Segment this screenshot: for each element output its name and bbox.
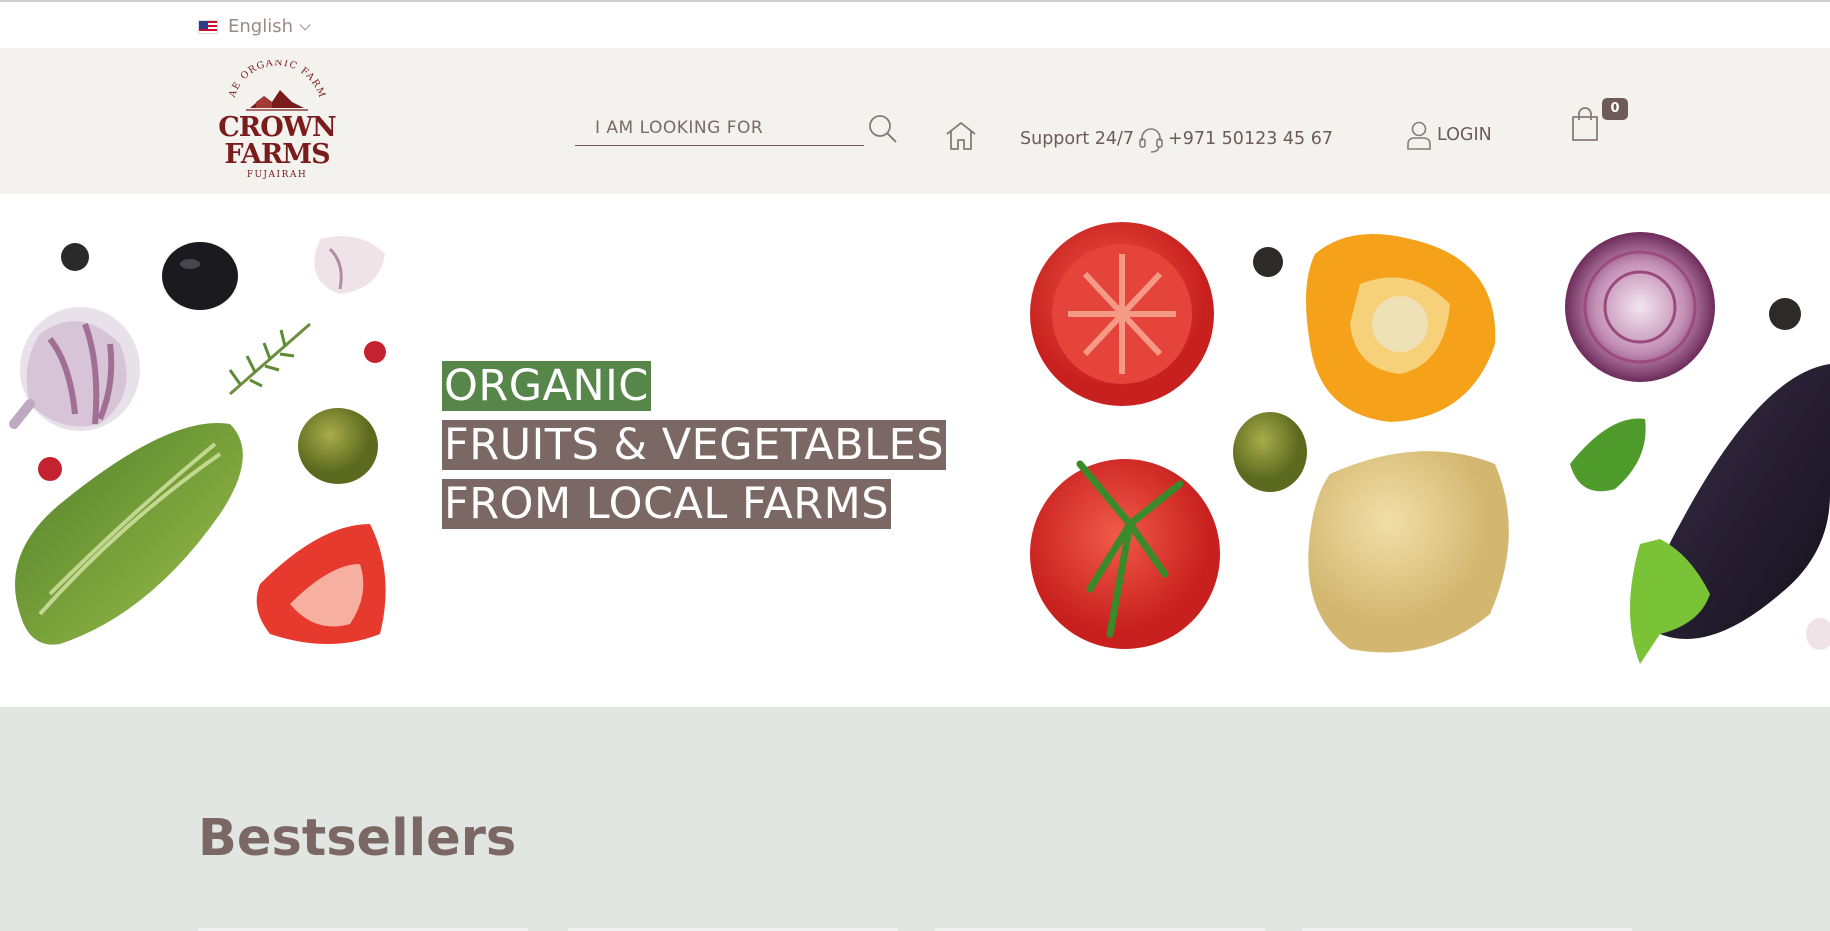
language-selector[interactable]: English xyxy=(198,16,311,37)
home-icon[interactable] xyxy=(943,118,979,154)
svg-text:UAE ORGANIC FARMS: UAE ORGANIC FARMS xyxy=(212,60,328,100)
language-bar: English xyxy=(0,2,1830,48)
language-label: English xyxy=(228,16,293,37)
site-header: UAE ORGANIC FARMS CROWN FARMS FUJAIRAH S… xyxy=(0,48,1830,194)
hero-line-2: FRUITS & VEGETABLES xyxy=(442,420,947,470)
cart-button[interactable]: 0 xyxy=(1570,98,1630,148)
logo-arc-text: UAE ORGANIC FARMS xyxy=(212,60,326,100)
user-icon xyxy=(1407,121,1431,150)
logo-line2: FARMS xyxy=(224,139,329,170)
crown-farms-logo[interactable]: UAE ORGANIC FARMS CROWN FARMS FUJAIRAH xyxy=(212,60,342,180)
chevron-down-icon xyxy=(299,18,311,31)
headset-icon xyxy=(1139,128,1163,153)
hero-line-3: FROM LOCAL FARMS xyxy=(442,479,892,529)
login-link[interactable]: LOGIN xyxy=(1405,120,1492,150)
hero-line-1: ORGANIC xyxy=(442,361,651,411)
logo-sub: FUJAIRAH xyxy=(247,170,307,180)
shopping-bag-icon xyxy=(1572,107,1598,141)
section-title: Bestsellers xyxy=(198,809,517,868)
cart-count-badge: 0 xyxy=(1602,98,1628,120)
bestsellers-section: Bestsellers xyxy=(0,707,1830,931)
support-info: Support 24/7 +971 50123 45 67 xyxy=(1020,124,1333,154)
search-icon[interactable] xyxy=(866,112,900,146)
hero-headline: ORGANIC FRUITS & VEGETABLES FROM LOCAL F… xyxy=(442,361,947,538)
us-flag-icon xyxy=(198,19,218,34)
search-input[interactable] xyxy=(575,110,864,145)
support-phone[interactable]: +971 50123 45 67 xyxy=(1168,129,1333,149)
hero-banner: ORGANIC FRUITS & VEGETABLES FROM LOCAL F… xyxy=(0,194,1830,707)
login-label: LOGIN xyxy=(1437,125,1492,145)
support-label: Support 24/7 xyxy=(1020,129,1135,149)
search-box xyxy=(575,110,864,146)
